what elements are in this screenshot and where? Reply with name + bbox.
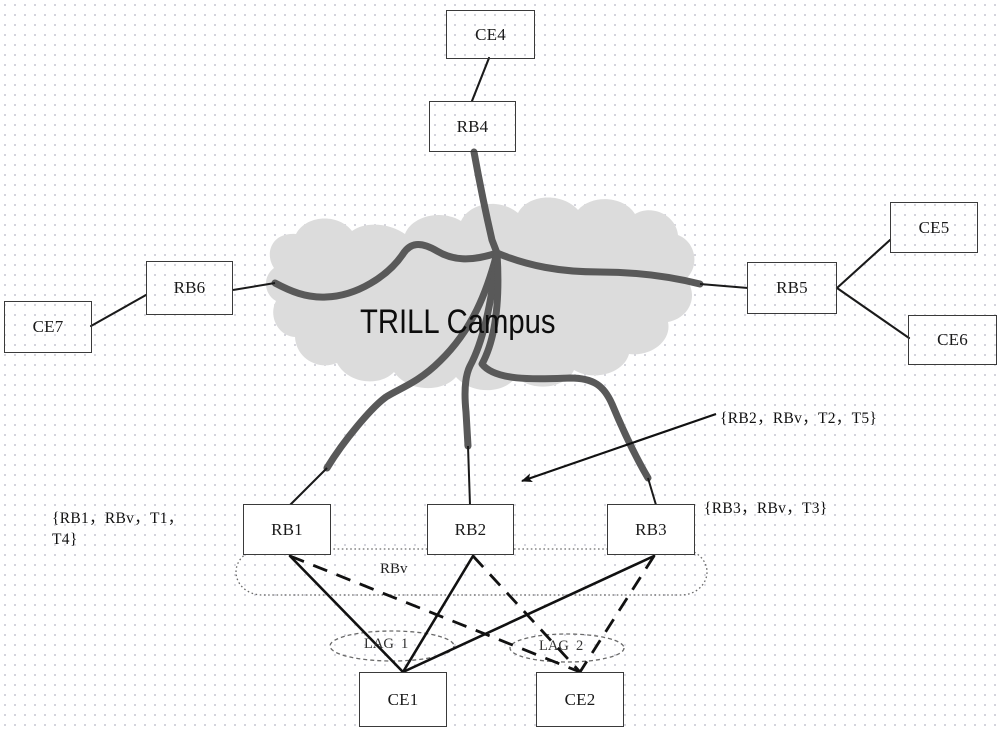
node-rb5-label: RB5 bbox=[776, 278, 808, 297]
link-ce4-rb4 bbox=[470, 56, 491, 103]
node-rb3[interactable]: RB3 bbox=[607, 504, 695, 555]
node-ce2-label: CE2 bbox=[564, 689, 596, 709]
node-rb4[interactable]: RB4 bbox=[429, 101, 516, 152]
stub-rb5 bbox=[699, 283, 749, 289]
node-ce4-label: CE4 bbox=[475, 24, 506, 44]
node-rb1-label: RB1 bbox=[271, 519, 303, 539]
stub-rb1 bbox=[289, 467, 328, 506]
link-rb6-ce7 bbox=[89, 293, 148, 328]
node-ce7[interactable]: CE7 bbox=[4, 301, 92, 353]
node-rb5[interactable]: RB5 bbox=[747, 262, 837, 314]
rbv-group-label: RBv bbox=[380, 561, 408, 577]
node-ce6[interactable]: CE6 bbox=[908, 315, 997, 365]
annotation-rb2-set: {RB2，RBv，T2，T5} bbox=[720, 410, 878, 427]
node-rb2-label: RB2 bbox=[454, 519, 487, 539]
node-ce1[interactable]: CE1 bbox=[359, 672, 447, 727]
node-ce5-label: CE5 bbox=[918, 217, 950, 237]
node-rb1[interactable]: RB1 bbox=[243, 504, 331, 555]
annotation-rb3-set: {RB3，RBv，T3} bbox=[704, 500, 828, 517]
node-ce7-label: CE7 bbox=[32, 317, 64, 336]
node-rb6[interactable]: RB6 bbox=[146, 261, 233, 315]
link-rb1-ce2 bbox=[289, 554, 581, 674]
node-rb6-label: RB6 bbox=[173, 278, 206, 297]
diagram-canvas: CE4 RB4 CE5 CE6 RB5 RB6 CE7 RB1 RB2 RB3 … bbox=[0, 0, 1000, 729]
cloud-title: TRILL Campus bbox=[360, 303, 556, 341]
stub-rb3 bbox=[647, 477, 657, 506]
link-rb5-ce6 bbox=[835, 286, 911, 340]
node-rb2[interactable]: RB2 bbox=[427, 504, 514, 555]
node-ce1-label: CE1 bbox=[387, 689, 419, 709]
annotation-rb1-set: {RB1，RBv，T1， T4} bbox=[52, 510, 184, 548]
node-ce4[interactable]: CE4 bbox=[446, 10, 535, 59]
ce1-links bbox=[288, 554, 656, 674]
ce2-links bbox=[289, 554, 656, 674]
node-rb3-label: RB3 bbox=[635, 519, 667, 539]
node-ce6-label: CE6 bbox=[937, 330, 968, 349]
node-ce5[interactable]: CE5 bbox=[890, 202, 978, 253]
lag1-label: LAG 1 bbox=[364, 636, 409, 652]
node-ce2[interactable]: CE2 bbox=[536, 672, 624, 727]
stub-rb2 bbox=[467, 445, 471, 506]
lag2-label: LAG 2 bbox=[539, 638, 584, 654]
node-rb4-label: RB4 bbox=[456, 116, 489, 136]
link-rb5-ce5 bbox=[835, 238, 892, 290]
